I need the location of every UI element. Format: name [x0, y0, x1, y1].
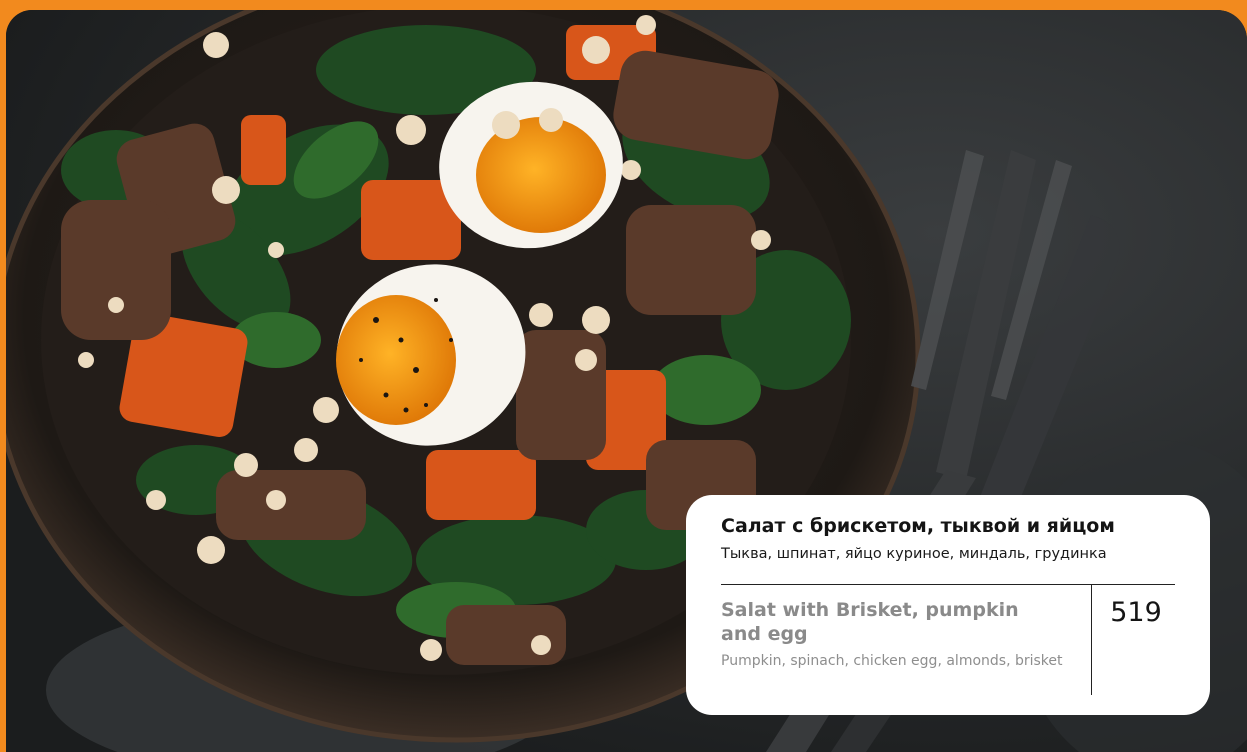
dish-title-en: Salat with Brisket, pumpkin and egg — [721, 599, 1019, 645]
dish-title-ru: Салат с брискетом, тыквой и яйцом — [721, 515, 1115, 537]
menu-item-card: Салат с брискетом, тыквой и яйцом Тыква,… — [686, 495, 1210, 715]
dish-ingredients-en: Pumpkin, spinach, chicken egg, almonds, … — [721, 653, 1063, 669]
price-divider — [1091, 584, 1092, 695]
divider — [721, 584, 1175, 585]
dish-ingredients-ru: Тыква, шпинат, яйцо куриное, миндаль, гр… — [721, 546, 1107, 562]
orange-frame: Салат с брискетом, тыквой и яйцом Тыква,… — [0, 0, 1247, 752]
dish-price: 519 — [1110, 597, 1162, 628]
